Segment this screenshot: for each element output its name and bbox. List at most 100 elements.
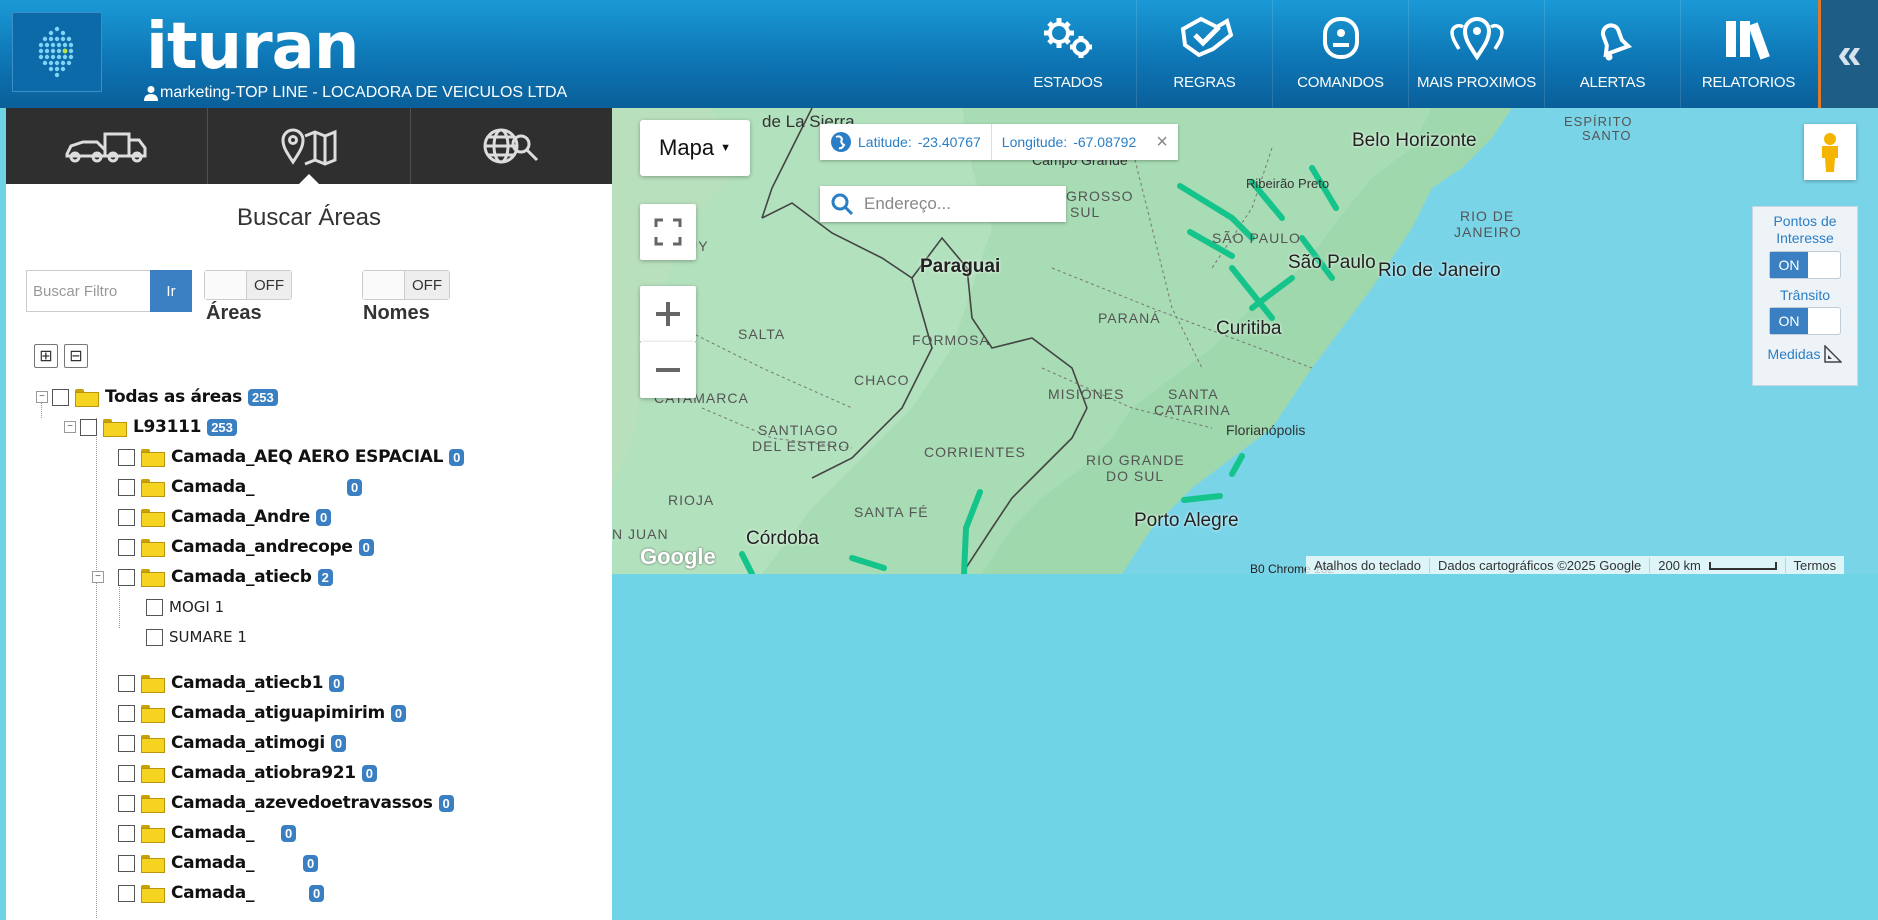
map-label-parana: PARANÁ (1098, 310, 1161, 326)
collapse-all-button[interactable]: ⊟ (64, 344, 88, 368)
tree-checkbox[interactable] (118, 884, 135, 902)
tree-checkbox[interactable] (118, 854, 135, 872)
map-type-label: Mapa (659, 135, 715, 160)
ituran-logo[interactable] (12, 12, 102, 92)
traffic-toggle[interactable]: ON (1769, 307, 1841, 335)
keyboard-shortcuts-link[interactable]: Atalhos do teclado (1306, 558, 1429, 573)
areas-toggle[interactable]: OFF (204, 270, 292, 300)
tree-checkbox[interactable] (118, 704, 135, 722)
nav-estados[interactable]: ESTADOS (1000, 0, 1136, 108)
collapse-header-button[interactable]: « (1818, 0, 1878, 108)
panel-title: Buscar Áreas (236, 204, 382, 231)
map-label-formosa: FORMOSA (912, 332, 990, 348)
tree-node-label: Camada_ (171, 823, 255, 843)
tab-areas[interactable] (208, 108, 411, 184)
measures-label: Medidas (1767, 346, 1821, 362)
poi-toggle[interactable]: ON (1769, 251, 1841, 279)
tree-node-label: Camada_ (171, 883, 255, 903)
folder-icon (141, 765, 165, 783)
tree-node-root[interactable]: − Todas as áreas 253 (36, 384, 278, 410)
tree-checkbox[interactable] (118, 508, 135, 526)
tree-checkbox[interactable] (146, 598, 163, 616)
address-input[interactable]: Endereço... (864, 194, 951, 214)
close-coords-button[interactable]: × (1146, 131, 1178, 154)
address-search[interactable]: Endereço... (820, 186, 1066, 222)
map-label-rio-grande-2: DO SUL (1106, 468, 1165, 484)
tree-node-label: Camada_atiecb (171, 567, 312, 587)
nav-mais-proximos[interactable]: MAIS PROXIMOS (1408, 0, 1544, 108)
user-icon (144, 86, 158, 101)
tree-node-layer[interactable]: Camada_ 0 (118, 880, 325, 906)
tree-node-layer[interactable]: Camada_atiguapimirim 0 (118, 700, 407, 726)
fullscreen-button[interactable] (640, 204, 696, 260)
nav-comandos[interactable]: COMANDOS (1272, 0, 1408, 108)
tree-node-layer[interactable]: Camada_ 0 (118, 474, 363, 500)
tree-checkbox[interactable] (118, 538, 135, 556)
tree-node-layer[interactable]: Camada_AEQ AERO ESPACIAL 0 (118, 444, 465, 470)
street-view-pegman[interactable] (1804, 124, 1856, 180)
tree-node-layer[interactable]: Camada_atimogi 0 (118, 730, 347, 756)
fullscreen-icon (654, 218, 682, 246)
tree-node-layer[interactable]: Camada_ 0 (118, 850, 319, 876)
tree-checkbox[interactable] (52, 388, 69, 406)
latitude-value: -23.40767 (917, 134, 981, 150)
zoom-out-button[interactable] (640, 342, 696, 398)
collapse-toggle-icon[interactable]: − (92, 571, 104, 583)
folder-icon (141, 735, 165, 753)
nomes-toggle-label: Nomes (363, 302, 430, 324)
collapse-toggle-icon[interactable]: − (36, 391, 48, 403)
pegman-icon (1822, 133, 1838, 172)
collapse-toggle-icon[interactable]: − (64, 421, 76, 433)
map-type-dropdown[interactable]: Mapa ▼ (640, 120, 750, 176)
tree-leaf[interactable]: MOGI 1 (146, 594, 224, 620)
remote-control-icon (1321, 10, 1361, 66)
tree-checkbox[interactable] (80, 418, 97, 436)
expand-all-button[interactable]: ⊞ (34, 344, 58, 368)
ruler-icon (1824, 345, 1843, 363)
tree-node-layer[interactable]: Camada_atiobra921 0 (118, 760, 378, 786)
tree-node-layer[interactable]: Camada_azevedoetravassos 0 (118, 790, 454, 816)
tree-node-layer[interactable]: Camada_Andre 0 (118, 504, 332, 530)
count-badge: 0 (303, 854, 319, 872)
tree-checkbox[interactable] (118, 824, 135, 842)
tab-vehicles[interactable] (6, 108, 209, 184)
nav-alertas[interactable]: ALERTAS (1544, 0, 1680, 108)
nav-regras-label: REGRAS (1173, 74, 1236, 91)
map-label-misiones: MISIONES (1048, 386, 1125, 402)
nav-relatorios[interactable]: RELATORIOS (1680, 0, 1816, 108)
nomes-toggle[interactable]: OFF (362, 270, 450, 300)
map-label-chaco: CHACO (854, 372, 910, 388)
tree-node-layer-expanded[interactable]: − Camada_atiecb 2 (92, 564, 333, 590)
measures-tool[interactable]: Medidas (1753, 345, 1857, 363)
books-icon (1722, 10, 1776, 66)
map-terrain (612, 108, 1512, 574)
folder-open-icon (103, 419, 127, 437)
filter-input[interactable]: Buscar Filtro (26, 270, 150, 312)
tree-checkbox[interactable] (118, 734, 135, 752)
tree-node-layer[interactable]: Camada_atiecb1 0 (118, 670, 345, 696)
tree-node-layer[interactable]: Camada_ 0 (118, 820, 297, 846)
filter-go-button[interactable]: Ir (150, 270, 192, 312)
tree-node-group[interactable]: − L93111 253 (64, 414, 237, 440)
zoom-in-button[interactable] (640, 286, 696, 342)
tree-node-label: Camada_AEQ AERO ESPACIAL (171, 447, 444, 467)
tree-checkbox[interactable] (118, 568, 135, 586)
nav-mais-proximos-label: MAIS PROXIMOS (1416, 74, 1537, 91)
tab-globe-search[interactable] (411, 108, 612, 184)
folder-icon (141, 825, 165, 843)
nav-regras[interactable]: REGRAS (1136, 0, 1272, 108)
tree-leaf[interactable]: SUMARE 1 (146, 624, 247, 650)
filter-group: Buscar Filtro Ir (26, 270, 192, 312)
tree-node-layer[interactable]: Camada_andrecope 0 (118, 534, 374, 560)
tree-checkbox[interactable] (118, 674, 135, 692)
toggle-knob (205, 271, 247, 299)
tree-checkbox[interactable] (146, 628, 163, 646)
tree-checkbox[interactable] (118, 478, 135, 496)
brand-name: ituran (146, 10, 359, 84)
tree-checkbox[interactable] (118, 794, 135, 812)
tree-node-label: Camada_Andre (171, 507, 311, 527)
tree-checkbox[interactable] (118, 764, 135, 782)
terms-link[interactable]: Termos (1784, 557, 1845, 573)
tree-checkbox[interactable] (118, 448, 135, 466)
map-canvas[interactable]: de La Sierra Campo Grande GROSSO SUL Bel… (612, 108, 1878, 574)
